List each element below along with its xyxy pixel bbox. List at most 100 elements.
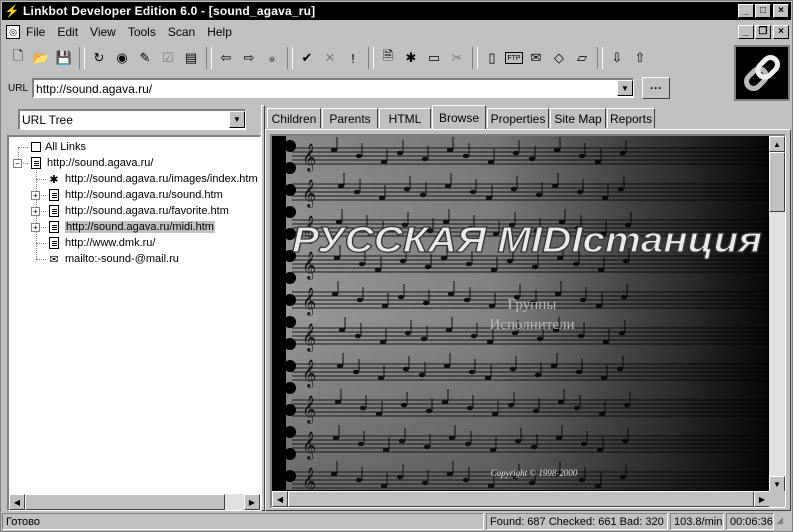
punch-hole bbox=[284, 272, 296, 284]
tree-horizontal-scrollbar[interactable]: ◀ ▶ bbox=[9, 494, 260, 510]
document-system-icon[interactable]: ◎ bbox=[6, 25, 20, 39]
collapse-icon[interactable]: − bbox=[13, 159, 22, 168]
tree-item[interactable]: http://sound.agava.ru/favorite.htm bbox=[47, 203, 229, 219]
tag-icon[interactable]: ◇ bbox=[549, 48, 569, 68]
page-icon bbox=[29, 156, 43, 170]
browse-panel: 𝄞𝄞𝄞𝄞𝄞𝄞𝄞𝄞𝄞𝄞 РУССКАЯ MIDIстанция Группы Ис… bbox=[265, 129, 791, 511]
check-icon[interactable]: ☑ bbox=[158, 48, 178, 68]
scroll-left-button[interactable]: ◀ bbox=[9, 494, 25, 510]
mdi-minimize-button[interactable]: _ bbox=[738, 25, 754, 39]
url-tree[interactable]: All Links http://sound.agava.ru/ − ✱ http://… bbox=[7, 135, 261, 511]
scroll-left-button[interactable]: ◀ bbox=[272, 491, 288, 507]
page-icon[interactable]: ▯ bbox=[482, 48, 502, 68]
tab-properties[interactable]: Properties bbox=[487, 108, 549, 128]
url-input[interactable] bbox=[34, 80, 615, 97]
expand-icon[interactable]: + bbox=[31, 223, 40, 232]
scissors-icon[interactable]: ✂ bbox=[447, 48, 467, 68]
tree-item[interactable]: http://sound.agava.ru/ bbox=[29, 155, 153, 171]
site-link-performers[interactable]: Исполнители bbox=[489, 317, 574, 333]
folder-icon[interactable]: ▱ bbox=[572, 48, 592, 68]
tab-parents[interactable]: Parents bbox=[322, 108, 378, 128]
tree-item-label: http://sound.agava.ru/midi.htm bbox=[65, 221, 215, 233]
mdi-restore-button[interactable]: ❐ bbox=[755, 25, 771, 39]
site-link-groups[interactable]: Группы bbox=[508, 297, 557, 313]
scan-icon[interactable]: ◉ bbox=[112, 48, 132, 68]
spider-icon[interactable]: ✱ bbox=[401, 48, 421, 68]
view-select-dropdown-button[interactable]: ▼ bbox=[229, 111, 245, 128]
menu-view[interactable]: View bbox=[90, 25, 122, 39]
status-message: Готово bbox=[2, 513, 484, 530]
scroll-thumb[interactable] bbox=[25, 494, 225, 510]
mail-icon[interactable]: ✉ bbox=[526, 48, 546, 68]
tab-reports[interactable]: Reports bbox=[607, 108, 655, 128]
properties-icon[interactable]: ▤ bbox=[181, 48, 201, 68]
scroll-down-button[interactable]: ▼ bbox=[769, 476, 785, 492]
close-button[interactable]: × bbox=[773, 4, 789, 18]
back-arrow-icon[interactable]: ⇦ bbox=[216, 48, 236, 68]
spider-icon: ✱ bbox=[49, 173, 59, 186]
scroll-track[interactable] bbox=[225, 494, 244, 510]
browser-view: 𝄞𝄞𝄞𝄞𝄞𝄞𝄞𝄞𝄞𝄞 РУССКАЯ MIDIстанция Группы Ис… bbox=[270, 134, 786, 508]
menu-tools[interactable]: Tools bbox=[128, 25, 162, 39]
tree-item[interactable]: All Links bbox=[29, 139, 86, 155]
open-folder-icon[interactable]: 📂 bbox=[31, 48, 51, 68]
app-window: ⚡ Linkbot Developer Edition 6.0 - [sound… bbox=[0, 0, 793, 532]
tree-item-label: http://sound.agava.ru/ bbox=[47, 157, 154, 169]
punch-hole bbox=[284, 360, 296, 372]
download-icon[interactable]: ⇩ bbox=[607, 48, 627, 68]
edit-icon[interactable]: ✎ bbox=[135, 48, 155, 68]
go-button[interactable]: ··· bbox=[642, 77, 671, 99]
horizontal-scroll-thumb[interactable] bbox=[288, 491, 754, 507]
save-icon[interactable]: 💾 bbox=[54, 48, 74, 68]
scroll-right-button[interactable]: ▶ bbox=[754, 491, 770, 507]
punch-hole bbox=[284, 404, 296, 416]
exclamation-icon[interactable]: ! bbox=[343, 48, 363, 68]
mdi-close-button[interactable]: × bbox=[773, 25, 789, 39]
left-pane: URL Tree ▼ All Links http://sound.agava.r… bbox=[5, 105, 261, 511]
tab-browse[interactable]: Browse bbox=[432, 105, 486, 129]
browse-horizontal-scrollbar[interactable]: ◀ ▶ bbox=[272, 491, 770, 507]
menu-file[interactable]: File bbox=[26, 25, 51, 39]
tree-item-label: http://sound.agava.ru/images/index.htm bbox=[65, 173, 258, 185]
forward-arrow-icon[interactable]: ⇨ bbox=[239, 48, 259, 68]
url-dropdown-button[interactable]: ▼ bbox=[617, 80, 634, 96]
checkmark-icon[interactable]: ✔ bbox=[297, 48, 317, 68]
tree-item[interactable]: http://sound.agava.ru/midi.htm bbox=[47, 219, 215, 235]
page-icon bbox=[47, 220, 61, 234]
minimize-button[interactable]: _ bbox=[738, 4, 754, 18]
report-icon[interactable]: 🗎 bbox=[378, 48, 398, 68]
scroll-up-button[interactable]: ▲ bbox=[769, 136, 785, 152]
window-icon[interactable]: ▭ bbox=[424, 48, 444, 68]
title-bar[interactable]: ⚡ Linkbot Developer Edition 6.0 - [sound… bbox=[2, 2, 791, 20]
expand-icon[interactable]: + bbox=[31, 207, 40, 216]
scroll-right-button[interactable]: ▶ bbox=[244, 494, 260, 510]
tree-item[interactable]: http://www.dmk.ru/ bbox=[47, 235, 155, 251]
punch-hole bbox=[284, 382, 296, 394]
vertical-scroll-thumb[interactable] bbox=[769, 152, 785, 212]
expand-icon[interactable]: + bbox=[31, 191, 40, 200]
linkbot-app-icon: ⚡ bbox=[4, 4, 20, 18]
menu-help[interactable]: Help bbox=[207, 25, 238, 39]
tree-item[interactable]: ✱ http://sound.agava.ru/images/index.htm bbox=[47, 171, 258, 187]
tab-html[interactable]: HTML bbox=[379, 108, 431, 128]
menu-edit[interactable]: Edit bbox=[57, 25, 84, 39]
url-combo[interactable]: ▼ bbox=[32, 78, 635, 98]
toolbar-separator bbox=[597, 47, 603, 69]
ftp-icon[interactable]: FTP bbox=[505, 52, 523, 64]
tab-site-map[interactable]: Site Map bbox=[550, 108, 606, 128]
view-select[interactable]: URL Tree ▼ bbox=[18, 109, 246, 130]
cross-icon[interactable]: ✕ bbox=[320, 48, 340, 68]
maximize-button[interactable]: □ bbox=[755, 4, 771, 18]
tab-children[interactable]: Children bbox=[267, 108, 321, 128]
stop-icon[interactable]: ● bbox=[262, 48, 282, 68]
tree-connector bbox=[36, 259, 46, 260]
refresh-icon[interactable]: ↻ bbox=[89, 48, 109, 68]
url-bar: URL ▼ ··· bbox=[2, 74, 730, 102]
tree-item[interactable]: ✉ mailto:-sound-@mail.ru bbox=[47, 251, 178, 267]
tree-item[interactable]: http://sound.agava.ru/sound.htm bbox=[47, 187, 223, 203]
new-file-icon[interactable]: 🗋 bbox=[8, 48, 28, 68]
browse-vertical-scrollbar[interactable]: ▲ ▼ bbox=[769, 136, 785, 492]
resize-grip-icon[interactable]: ◢ bbox=[776, 515, 790, 529]
menu-scan[interactable]: Scan bbox=[168, 25, 201, 39]
upload-icon[interactable]: ⇧ bbox=[630, 48, 650, 68]
